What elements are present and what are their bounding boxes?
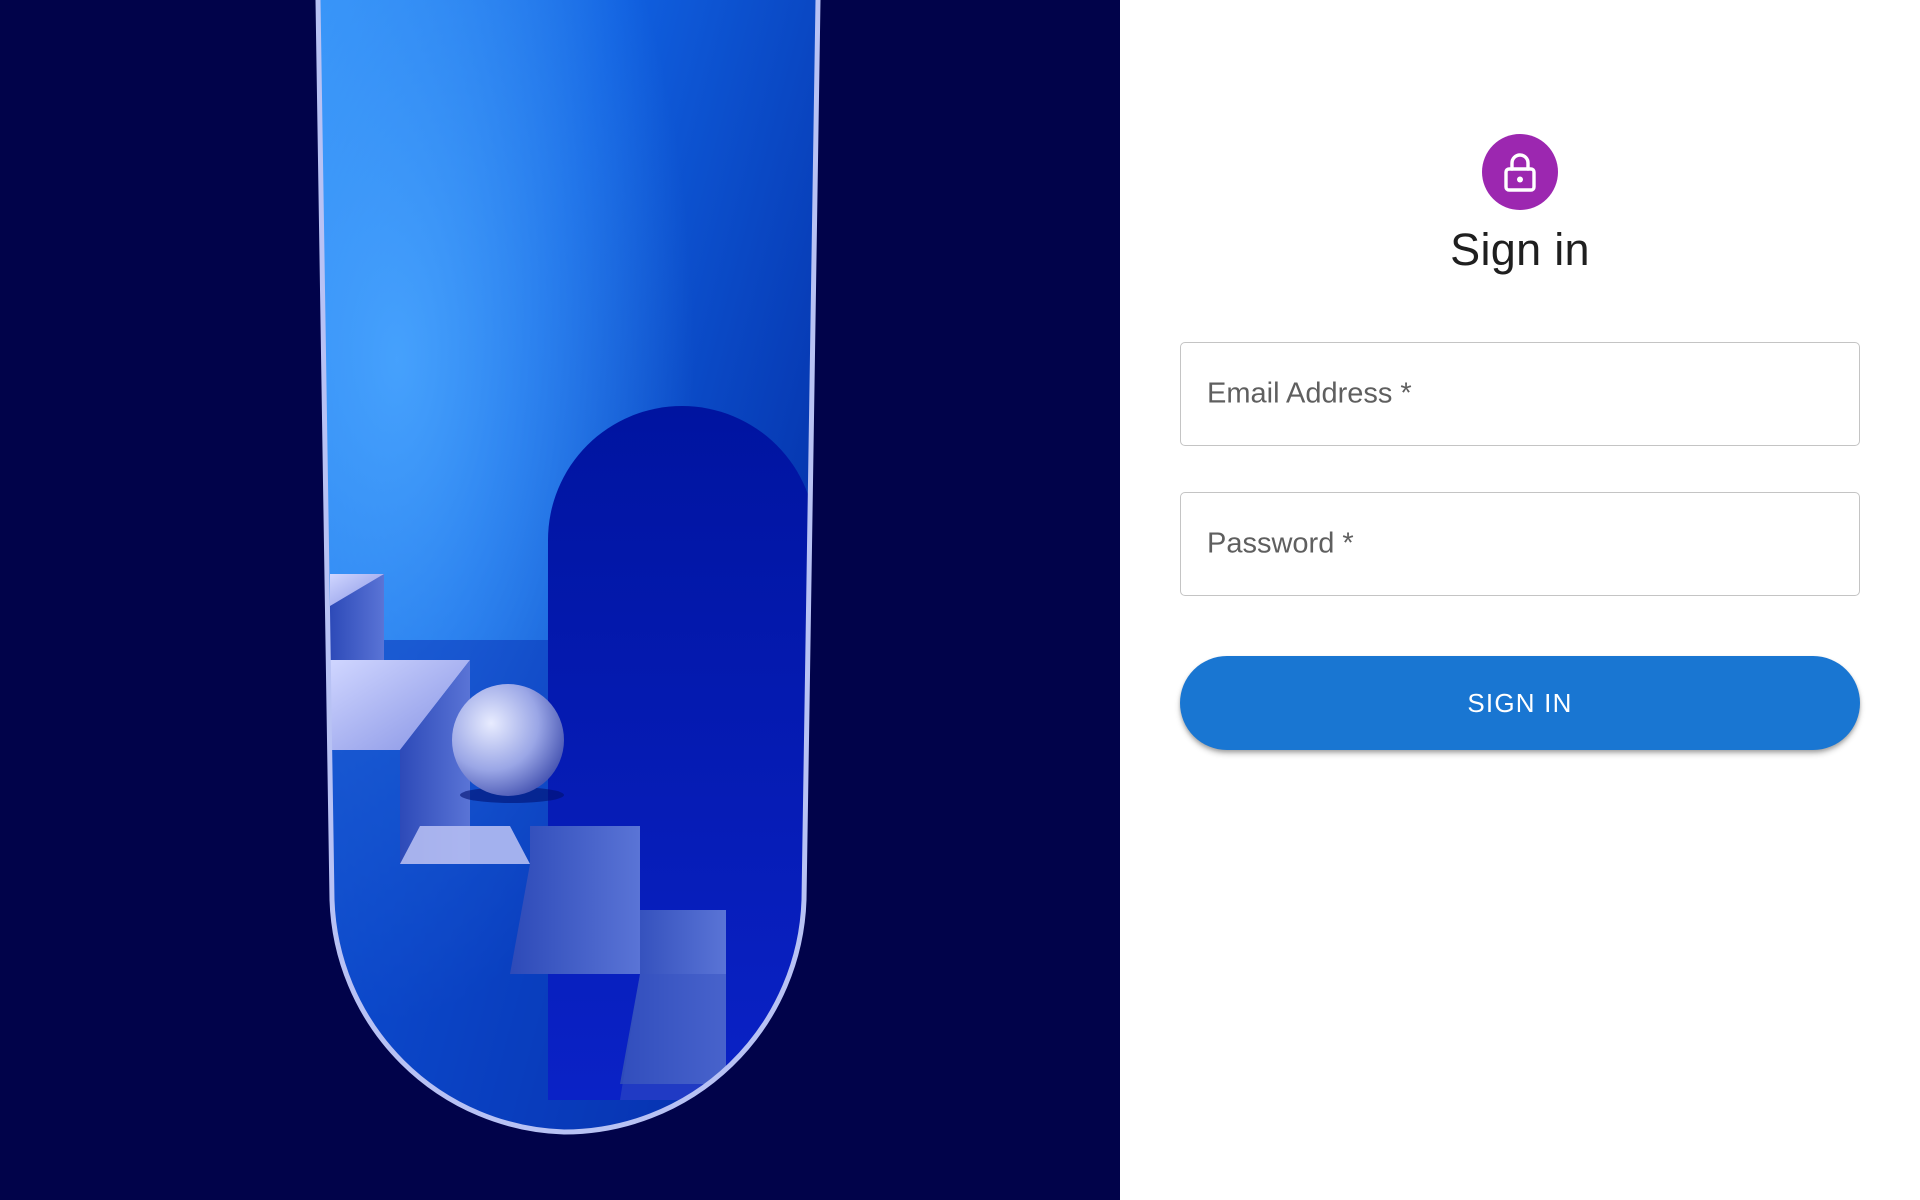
hero-panel xyxy=(0,0,1120,1200)
sign-in-button[interactable]: SIGN IN xyxy=(1180,656,1860,750)
password-field[interactable]: Password * xyxy=(1180,492,1860,596)
email-field[interactable]: Email Address * xyxy=(1180,342,1860,446)
email-input[interactable] xyxy=(1181,343,1859,445)
sign-in-panel: Sign in Email Address * Password * SIGN … xyxy=(1120,0,1920,1200)
hero-illustration xyxy=(315,0,821,1135)
page-title: Sign in xyxy=(1450,224,1590,275)
password-input[interactable] xyxy=(1181,493,1859,595)
avatar xyxy=(1482,134,1558,210)
lock-icon xyxy=(1504,153,1536,192)
sign-in-form: Sign in Email Address * Password * SIGN … xyxy=(1180,134,1860,750)
login-page: Sign in Email Address * Password * SIGN … xyxy=(0,0,1920,1200)
